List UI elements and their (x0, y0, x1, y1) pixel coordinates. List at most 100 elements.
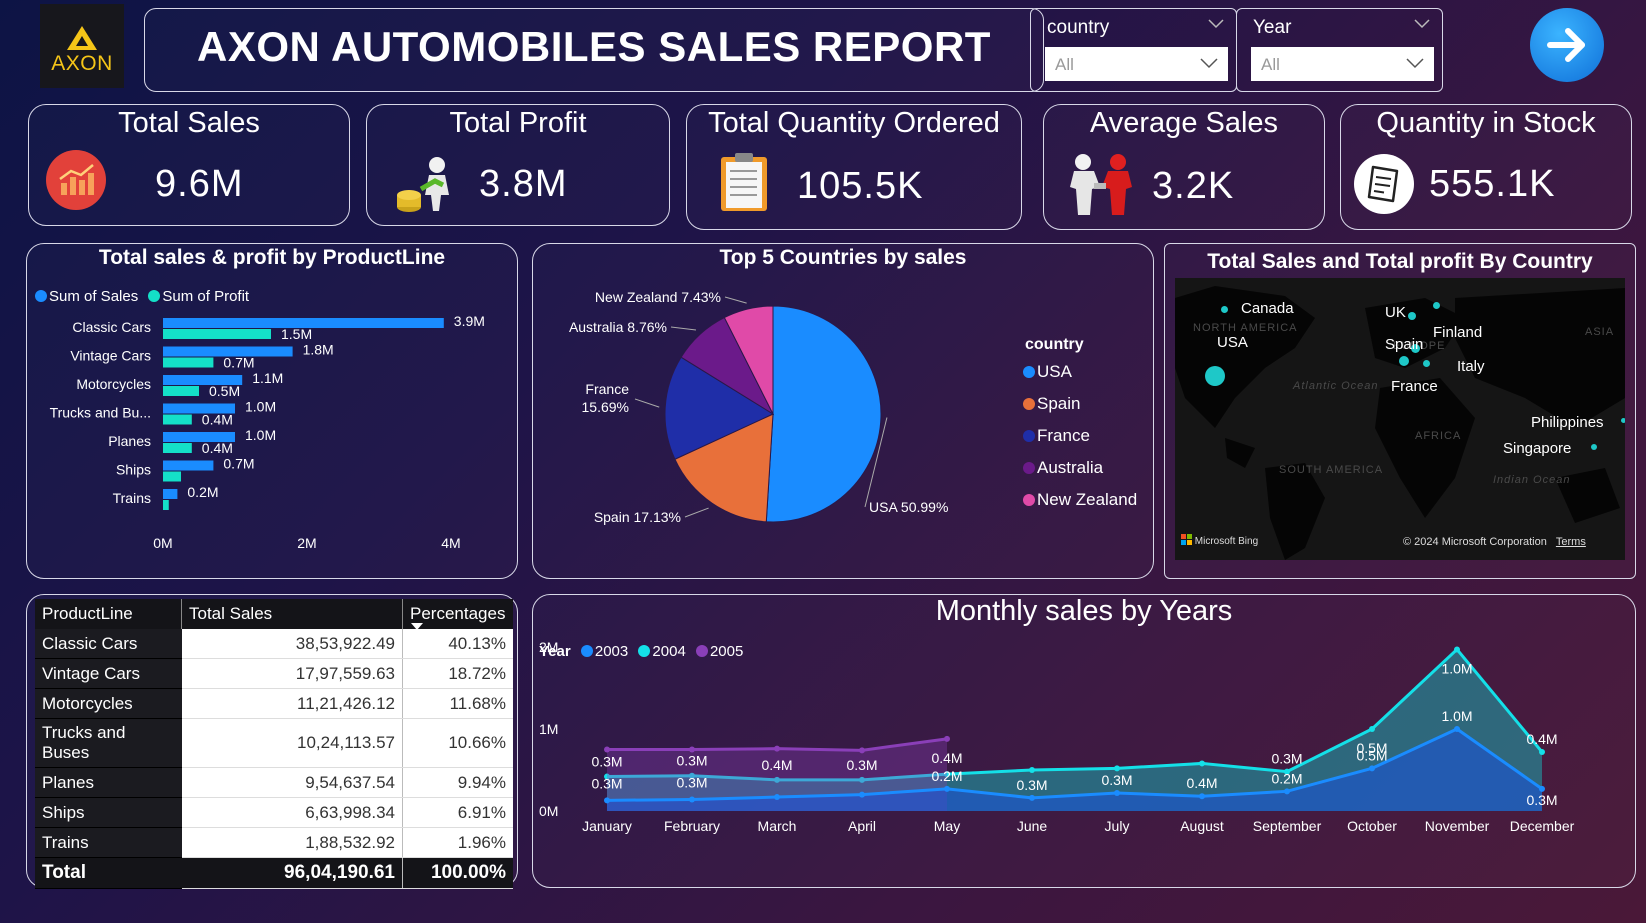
x-tick-label: February (664, 818, 720, 834)
profit-bar (163, 357, 214, 368)
country-filter[interactable]: country All (1030, 8, 1237, 92)
profit-data-label: 0.4M (202, 440, 233, 456)
table-row[interactable]: Planes 9,54,637.54 9.94% (35, 767, 513, 798)
kpi-title: Total Quantity Ordered (708, 107, 1000, 139)
data-point (774, 745, 780, 752)
category-label: Motorcycles (76, 376, 151, 392)
productline-cell: Total (35, 857, 182, 889)
pie-legend-item[interactable]: France (1023, 426, 1090, 446)
map-bubble-usa[interactable] (1205, 366, 1225, 386)
year-filter[interactable]: Year All (1236, 8, 1443, 92)
map-bubble-finland[interactable] (1433, 302, 1440, 309)
logo-text: AXON (51, 52, 113, 75)
map-bubble-uk[interactable] (1408, 312, 1416, 320)
pie-legend-item[interactable]: Spain (1023, 394, 1080, 414)
table-row[interactable]: Vintage Cars 17,97,559.63 18.72% (35, 658, 513, 689)
profit-bar (163, 471, 181, 482)
data-point (1454, 646, 1460, 653)
table-row[interactable]: Trains 1,88,532.92 1.96% (35, 827, 513, 858)
legend-marker (1023, 430, 1035, 442)
table-total-row[interactable]: Total 96,04,190.61 100.00% (35, 857, 513, 889)
table-row[interactable]: Trucks and Buses 10,24,113.57 10.66% (35, 718, 513, 768)
chevron-down-icon[interactable] (1208, 19, 1224, 29)
kpi-value: 9.6M (155, 163, 244, 205)
total-sales-cell: 10,24,113.57 (181, 718, 403, 768)
x-tick-label: October (1347, 818, 1397, 834)
category-label: Classic Cars (72, 319, 151, 335)
column-header-total-sales[interactable]: Total Sales (181, 599, 403, 629)
pie-legend-title: country (1025, 336, 1084, 353)
map-region-label: NORTH AMERICA (1193, 322, 1298, 334)
pie-legend-item[interactable]: USA (1023, 362, 1072, 382)
year-filter-dropdown[interactable]: All (1251, 47, 1434, 81)
monthly-sales-panel: Monthly sales by Years Year 2003 2004 20… (532, 594, 1636, 888)
map-label-spain: Spain (1385, 336, 1424, 353)
map-label-italy: Italy (1457, 358, 1485, 375)
legend-marker (1023, 366, 1035, 378)
sales-data-label: 0.2M (187, 484, 218, 500)
data-point (944, 735, 950, 742)
pie-leader-line (670, 326, 697, 331)
x-tick-label: May (934, 818, 960, 834)
column-header-productline[interactable]: ProductLine (35, 599, 182, 629)
productline-cell: Classic Cars (35, 629, 182, 659)
line-data-label: 0.3M (1526, 792, 1557, 808)
table-row[interactable]: Ships 6,63,998.34 6.91% (35, 797, 513, 828)
productline-table: ProductLine Total Sales Percentages Clas… (35, 599, 513, 889)
table-row[interactable]: Motorcycles 11,21,426.12 11.68% (35, 688, 513, 719)
country-filter-dropdown[interactable]: All (1045, 47, 1228, 81)
data-point (859, 791, 865, 798)
map-label-canada: Canada (1241, 300, 1294, 317)
legend-label: Australia (1037, 458, 1104, 477)
pie-leader-line (724, 296, 747, 304)
x-tick-label: 2M (297, 535, 316, 551)
kpi-value: 105.5K (797, 165, 924, 207)
sales-map-panel: Total Sales and Total profit By Country … (1164, 243, 1636, 579)
map-bubble-canada[interactable] (1221, 306, 1228, 313)
x-tick-label: June (1017, 818, 1048, 834)
x-tick-label: March (758, 818, 797, 834)
productline-cell: Motorcycles (35, 688, 182, 719)
line-data-label: 1.0M (1441, 660, 1472, 676)
data-point (1114, 765, 1120, 772)
pie-legend-item[interactable]: New Zealand (1023, 490, 1137, 510)
total-sales-cell: 17,97,559.63 (181, 658, 403, 689)
axon-logo-icon (67, 26, 97, 50)
terms-link[interactable]: Terms (1556, 536, 1586, 548)
map-label-uk: UK (1385, 304, 1406, 321)
column-header-percentages[interactable]: Percentages (402, 599, 513, 630)
line-data-label: 0.3M (1101, 772, 1132, 788)
pie-legend-item[interactable]: Australia (1023, 458, 1103, 478)
map-label-singapore: Singapore (1503, 440, 1572, 457)
table-row[interactable]: Classic Cars 38,53,922.49 40.13% (35, 629, 513, 659)
productline-cell: Trains (35, 827, 182, 858)
total-sales-cell: 1,88,532.92 (181, 827, 403, 858)
map-region-label: AFRICA (1415, 430, 1462, 442)
percentage-cell: 18.72% (402, 658, 513, 689)
money-man-icon (397, 157, 449, 212)
chevron-down-icon[interactable] (1414, 19, 1430, 29)
monthly-sales-line-chart: 0M 1M 2M January February March April May June Ju… (539, 639, 1575, 834)
x-tick-label: January (582, 818, 632, 834)
map-label-usa: USA (1217, 334, 1248, 351)
percentage-cell: 11.68% (402, 688, 513, 719)
map-bubble-spain[interactable] (1399, 356, 1409, 366)
kpi-title: Total Sales (118, 107, 260, 139)
sales-data-label: 1.8M (303, 342, 334, 358)
line-data-label: 0.3M (591, 754, 622, 770)
navigate-next-button[interactable] (1530, 8, 1604, 82)
map-bubble-philippines[interactable] (1621, 418, 1625, 423)
kpi-value: 3.2K (1152, 165, 1235, 207)
productline-bar-chart-panel: Total sales & profit by ProductLine Sum … (26, 243, 518, 579)
line-data-label: 0.4M (1186, 775, 1217, 791)
productline-cell: Trucks and Buses (35, 718, 182, 768)
map-bubble-singapore[interactable] (1591, 444, 1597, 450)
data-point (689, 746, 695, 753)
data-point (1199, 760, 1205, 767)
pie-data-label: USA 50.99% (869, 499, 948, 515)
pie-slice (765, 305, 882, 523)
country-map[interactable]: NORTH AMERICA EUROPE ASIA Atlantic Ocean… (1175, 278, 1625, 560)
map-bubble-italy[interactable] (1423, 360, 1430, 367)
top-countries-pie-panel: Top 5 Countries by sales USA 50.99% Spain… (532, 243, 1154, 579)
kpi-card-quantity-in-stock: Quantity in Stock 555.1K (1340, 104, 1632, 230)
